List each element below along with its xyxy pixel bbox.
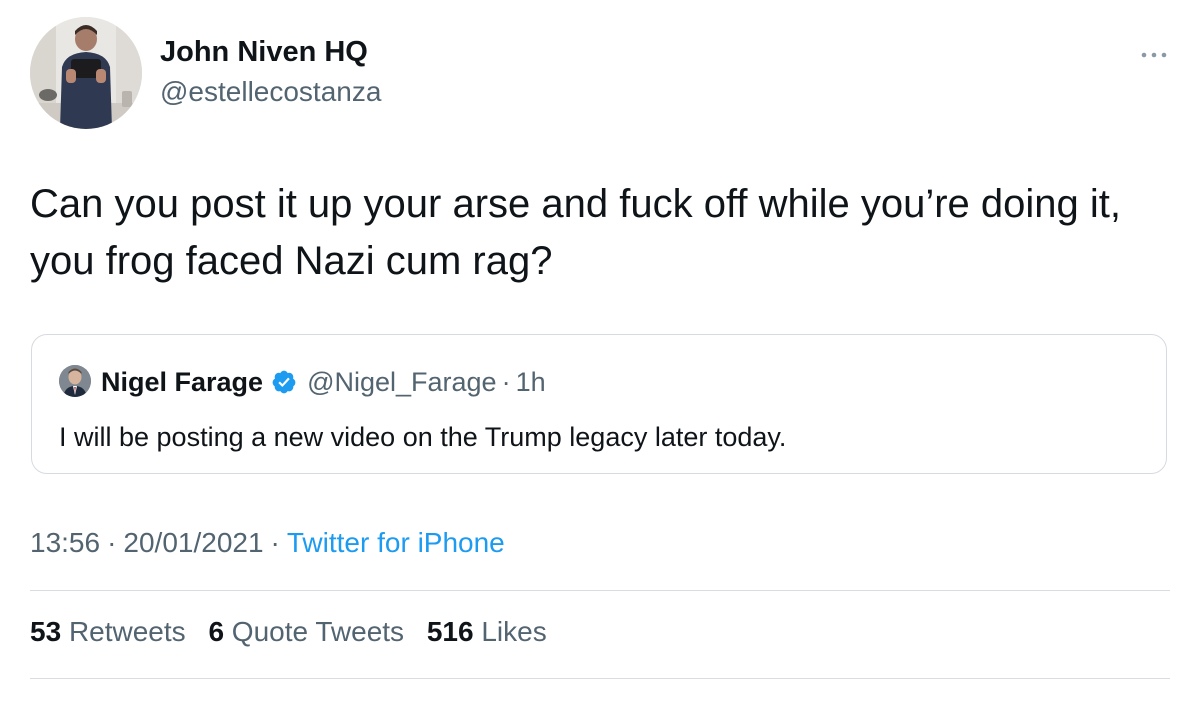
quote-tweets-label: Quote Tweets [231,616,405,647]
quoted-author-avatar[interactable] [59,365,91,397]
tweet-meta: 13:56 · 20/01/2021 · Twitter for iPhone [30,527,505,559]
quoted-tweet-text: I will be posting a new video on the Tru… [59,422,787,452]
author-avatar[interactable] [30,17,142,129]
tweet-source-link[interactable]: Twitter for iPhone [287,527,505,558]
tweet-detail: John Niven HQ @estellecostanza Can you p… [0,0,1200,705]
author-handle[interactable]: @estellecostanza [160,76,381,108]
divider [30,678,1170,679]
tweet-time[interactable]: 13:56 [30,527,100,558]
divider [30,590,1170,591]
verified-badge-icon [272,370,296,394]
retweets-label: Retweets [68,616,186,647]
quoted-tweet-header: Nigel Farage @Nigel_Farage · 1h [101,365,546,399]
quoted-avatar-image [59,365,91,397]
quoted-author-handle[interactable]: @Nigel_Farage [307,367,497,398]
more-horizontal-icon[interactable] [1138,45,1170,65]
meta-separator: · [270,527,280,558]
likes-count: 516 [426,616,474,647]
quoted-meta-separator: · [501,366,511,397]
likes-label: Likes [481,616,547,647]
meta-separator: · [107,527,117,558]
tweet-text: Can you post it up your arse and fuck of… [30,182,1121,283]
tweet-date[interactable]: 20/01/2021 [123,527,263,558]
quote-tweets-stat[interactable]: 6 Quote Tweets [208,616,404,647]
avatar-image [30,17,142,129]
likes-stat[interactable]: 516 Likes [427,616,547,647]
author-name[interactable]: John Niven HQ [160,36,368,69]
tweet-stats: 53 Retweets 6 Quote Tweets 516 Likes [30,616,562,648]
quote-tweets-count: 6 [208,616,225,647]
retweets-count: 53 [30,616,62,647]
retweets-stat[interactable]: 53 Retweets [30,616,186,647]
quoted-author-name[interactable]: Nigel Farage [101,367,263,398]
quoted-tweet-time[interactable]: 1h [516,367,546,398]
quoted-tweet-card[interactable]: Nigel Farage @Nigel_Farage · 1h I will b… [31,334,1167,474]
